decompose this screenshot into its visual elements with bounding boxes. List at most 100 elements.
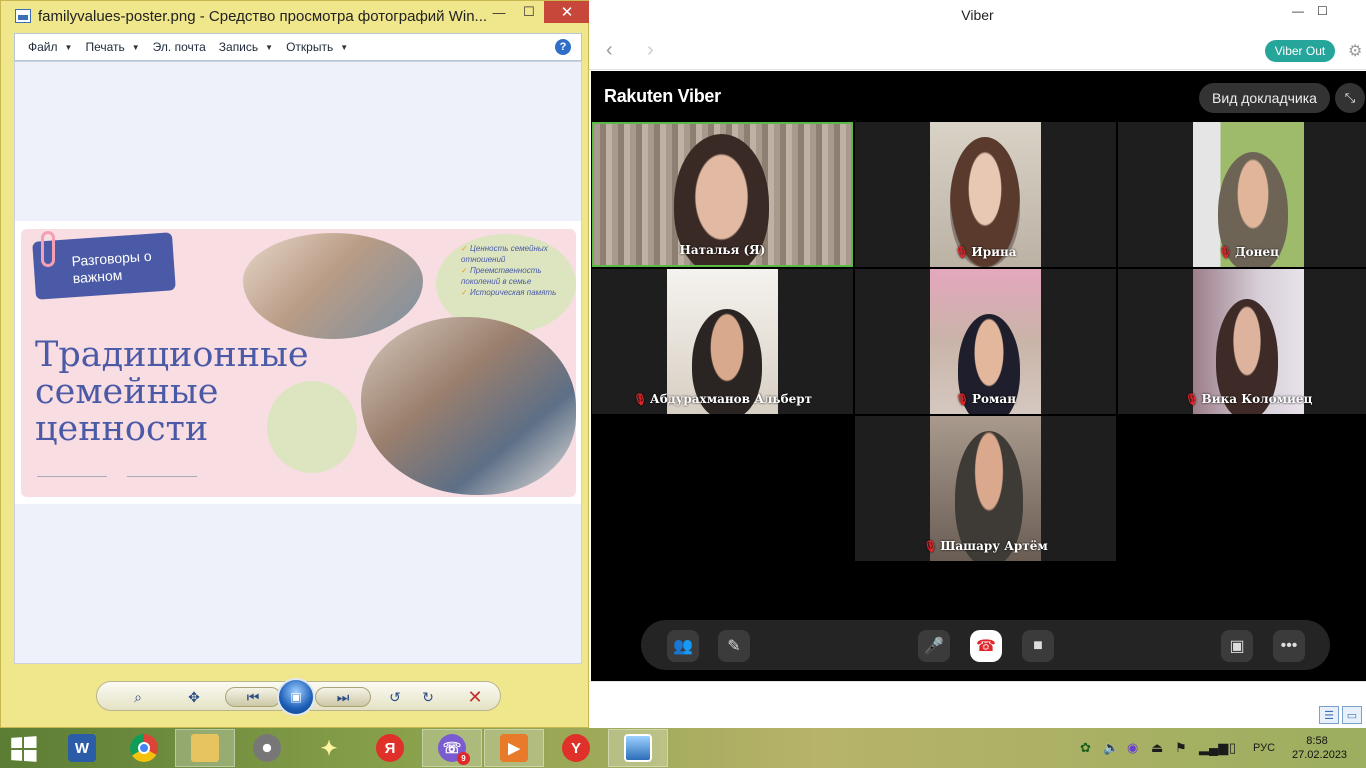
- muted-mic-icon: 🎙: [632, 393, 647, 406]
- windows-start-icon[interactable]: [11, 736, 39, 762]
- image-canvas: Разговоры о важном Традиционные семейные…: [14, 61, 582, 664]
- menu-print[interactable]: Печать ▼: [85, 40, 139, 54]
- participant-name: 🎙 Шашару Артём: [855, 539, 1116, 553]
- video-call-area: Rakuten Viber Вид докладчика ⤡ Наталья (…: [591, 71, 1366, 681]
- participant-name-text: Ирина: [971, 245, 1017, 259]
- taskbar-app-chrome[interactable]: [114, 729, 174, 767]
- end-call-button[interactable]: ☎: [970, 630, 1002, 662]
- taskbar-app-media-center[interactable]: [237, 729, 297, 767]
- chevron-down-icon: ▼: [265, 42, 274, 52]
- viber-icon: ☏ 9: [438, 734, 470, 765]
- forward-arrow-icon[interactable]: ›: [647, 39, 654, 62]
- yandex-icon: Y: [562, 734, 590, 762]
- add-participant-icon[interactable]: 👥: [667, 630, 699, 662]
- photo-viewer-icon: [624, 734, 652, 762]
- zoom-icon[interactable]: ⌕: [127, 686, 149, 708]
- chrome-icon: [130, 734, 158, 762]
- rotate-left-icon[interactable]: ↺: [384, 686, 406, 708]
- network-signal-icon[interactable]: ▂▄▆: [1199, 740, 1228, 756]
- muted-mic-icon: 🎙: [1184, 393, 1199, 406]
- taskbar-app-magic-wand[interactable]: ✦: [299, 729, 359, 767]
- volume-icon[interactable]: 🔈: [1103, 740, 1119, 756]
- taskbar-app-yandex[interactable]: Y: [546, 729, 606, 767]
- previous-button[interactable]: ⏮: [225, 687, 281, 707]
- back-arrow-icon[interactable]: ‹: [606, 39, 613, 62]
- flag-icon[interactable]: ⚑: [1175, 740, 1187, 756]
- poster-logos: [37, 467, 197, 477]
- poster-photo-grandparents: [243, 233, 423, 339]
- poster-photo-family: [361, 317, 576, 495]
- participant-tile[interactable]: 🎙 Донец: [1118, 122, 1366, 267]
- actual-size-icon[interactable]: ✥: [183, 686, 205, 708]
- poster-list-item: Преемственность поколений в семье: [461, 265, 571, 287]
- participant-name-text: Роман: [971, 392, 1016, 406]
- participant-tile[interactable]: 🎙 Вика Коломиец: [1118, 269, 1366, 414]
- viber-window-title: Viber: [961, 7, 994, 23]
- camera-icon[interactable]: ■: [1022, 630, 1054, 662]
- help-icon[interactable]: ?: [555, 39, 571, 55]
- slideshow-button[interactable]: ▣: [277, 678, 315, 716]
- notification-badge: 9: [457, 752, 470, 765]
- microphone-icon[interactable]: 🎤: [918, 630, 950, 662]
- participant-name: 🎙 Донец: [1118, 245, 1366, 259]
- poster-image: Разговоры о важном Традиционные семейные…: [15, 221, 581, 504]
- taskbar-app-viber[interactable]: ☏ 9: [422, 729, 482, 767]
- clock[interactable]: 8:58 27.02.2023: [1292, 734, 1347, 762]
- battery-icon[interactable]: ▯: [1229, 740, 1236, 756]
- maximize-button[interactable]: ☐: [1317, 4, 1328, 18]
- menu-file-label: Файл: [28, 40, 58, 54]
- next-button[interactable]: ⏭: [315, 687, 371, 707]
- close-button[interactable]: ✕: [544, 1, 590, 23]
- participant-tile[interactable]: 🎙 Шашару Артём: [855, 416, 1116, 561]
- taskbar-app-media-player[interactable]: ▶: [484, 729, 544, 767]
- menu-file[interactable]: Файл ▼: [28, 40, 72, 54]
- muted-mic-icon: 🎙: [955, 393, 969, 406]
- participant-tile[interactable]: Наталья (Я): [592, 122, 853, 267]
- usb-icon[interactable]: ⏏: [1151, 740, 1163, 756]
- photo-viewer-controls: ⌕ ✥ ⏮ ▣ ⏭ ↺ ↻ ✕: [96, 678, 501, 716]
- viber-out-button[interactable]: Viber Out: [1265, 40, 1335, 62]
- participant-name: 🎙 Ирина: [855, 245, 1116, 259]
- language-indicator[interactable]: РУС: [1253, 742, 1275, 754]
- rotate-right-icon[interactable]: ↻: [417, 686, 439, 708]
- chevron-down-icon: ▼: [64, 42, 73, 52]
- taskbar-app-photo-viewer[interactable]: [608, 729, 668, 767]
- participant-tile[interactable]: 🎙 Роман: [855, 269, 1116, 414]
- taskbar-app-word[interactable]: W: [52, 729, 112, 767]
- poster-title-line: семейные: [35, 372, 219, 412]
- collapse-icon[interactable]: ⤡: [1335, 83, 1365, 113]
- yandex-browser-icon: Я: [376, 734, 404, 762]
- taskbar-app-file-explorer[interactable]: [175, 729, 235, 767]
- menu-email[interactable]: Эл. почта: [153, 40, 206, 54]
- minimize-button[interactable]: —: [1292, 4, 1304, 18]
- edit-icon[interactable]: ✎: [718, 630, 750, 662]
- taskbar-app-yandex-browser[interactable]: Я: [360, 729, 420, 767]
- magic-wand-icon: ✦: [320, 737, 338, 760]
- gear-icon[interactable]: ⚙: [1348, 41, 1362, 61]
- menu-burn-label: Запись: [218, 40, 259, 54]
- photo-viewer-titlebar[interactable]: familyvalues-poster.png - Средство просм…: [1, 1, 590, 31]
- minimize-button[interactable]: —: [484, 1, 514, 23]
- speaker-view-button[interactable]: Вид докладчика: [1199, 83, 1330, 113]
- more-options-icon[interactable]: •••: [1273, 630, 1305, 662]
- screen-share-icon[interactable]: ▣: [1221, 630, 1253, 662]
- menu-open-label: Открыть: [286, 40, 334, 54]
- list-view-icon[interactable]: ☰: [1319, 706, 1339, 724]
- media-player-icon: ▶: [500, 734, 528, 762]
- gallery-view-icon[interactable]: ▭: [1342, 706, 1362, 724]
- delete-icon[interactable]: ✕: [464, 686, 486, 708]
- maximize-button[interactable]: ☐: [514, 1, 544, 23]
- viber-titlebar[interactable]: Viber — ☐: [589, 0, 1366, 30]
- film-reel-icon: [253, 734, 281, 762]
- menu-open[interactable]: Открыть ▼: [286, 40, 348, 54]
- participant-name-text: Донец: [1235, 245, 1279, 259]
- tray-app-icon[interactable]: ✿: [1080, 740, 1091, 756]
- participant-name-text: Абдурахманов Альберт: [649, 392, 813, 406]
- menu-burn[interactable]: Запись ▼: [219, 40, 273, 54]
- viber-tray-icon[interactable]: ◉: [1127, 740, 1138, 756]
- participant-tile[interactable]: 🎙 Ирина: [855, 122, 1116, 267]
- participant-tile[interactable]: 🎙 Абдурахманов Альберт: [592, 269, 853, 414]
- muted-mic-icon: 🎙: [923, 540, 938, 553]
- poster-title-line: Традиционные: [35, 335, 309, 375]
- participant-name: 🎙 Абдурахманов Альберт: [592, 392, 853, 406]
